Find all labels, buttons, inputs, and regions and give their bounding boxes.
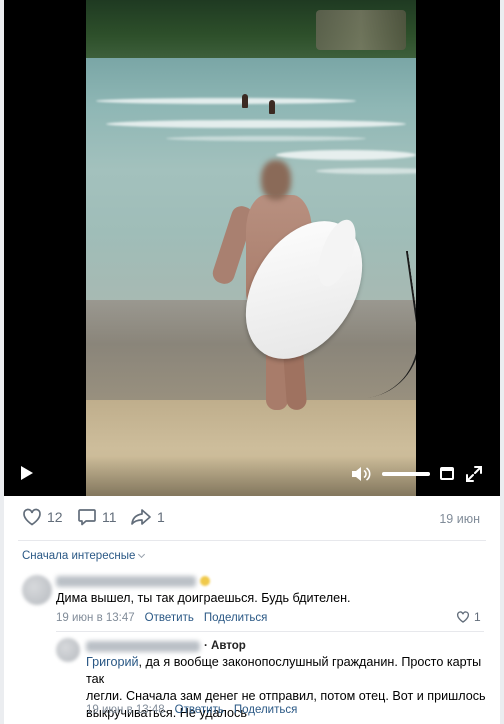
like-button[interactable]: 12 (22, 508, 63, 526)
reply-time[interactable]: 19 июн в 13:48 (86, 704, 165, 716)
post-actions: 12 11 1 19 июн (4, 508, 500, 532)
comment-like-count: 1 (474, 610, 481, 624)
emoji-icon (200, 576, 210, 586)
avatar[interactable] (56, 638, 80, 662)
reply-link[interactable]: Ответить (175, 704, 224, 716)
chevron-down-icon (138, 550, 146, 559)
like-count: 12 (47, 509, 63, 525)
comment-like-button[interactable]: 1 (456, 610, 481, 624)
heart-icon (23, 508, 41, 526)
share-count: 1 (157, 509, 165, 525)
share-link[interactable]: Поделиться (234, 704, 298, 716)
volume-slider[interactable] (382, 472, 430, 476)
sort-label: Сначала интересные (22, 550, 136, 562)
comment-text: Дима вышел, ты так доиграешься. Будь бди… (56, 591, 351, 605)
swimmer (242, 94, 248, 108)
share-link[interactable]: Поделиться (204, 612, 268, 624)
share-icon (131, 509, 151, 525)
author-badge: · Автор (204, 640, 246, 652)
mention-link[interactable]: Григорий (86, 655, 139, 669)
video-trees (86, 0, 416, 58)
video-player[interactable] (4, 0, 500, 496)
swimmer (269, 100, 275, 114)
comment-count: 11 (102, 509, 117, 525)
share-button[interactable]: 1 (130, 508, 165, 526)
reply-meta: 19 июн в 13:48 Ответить Поделиться (86, 704, 297, 716)
mini-player-icon[interactable] (440, 467, 454, 480)
avatar[interactable] (22, 575, 52, 605)
post-date[interactable]: 19 июн (439, 512, 480, 526)
heart-icon (457, 611, 469, 623)
fullscreen-icon[interactable] (466, 466, 482, 482)
video-controls (4, 456, 500, 496)
divider (18, 540, 486, 541)
post-card: 12 11 1 19 июн Сначала интересные Дима в… (4, 0, 500, 724)
video-frame (86, 0, 416, 496)
comment-author-name[interactable] (56, 576, 196, 587)
volume-icon[interactable] (351, 466, 371, 482)
volume-slider-fill (382, 472, 430, 476)
comments-sort-dropdown[interactable]: Сначала интересные (22, 550, 146, 562)
reply-author-name[interactable] (86, 641, 200, 652)
reply-link[interactable]: Ответить (145, 612, 194, 624)
play-icon[interactable] (21, 466, 33, 480)
comment-time[interactable]: 19 июн в 13:47 (56, 612, 135, 624)
comment-icon (78, 509, 96, 526)
comment-button[interactable]: 11 (77, 508, 117, 526)
comment-meta: 19 июн в 13:47 Ответить Поделиться (56, 612, 267, 624)
divider (56, 631, 484, 632)
